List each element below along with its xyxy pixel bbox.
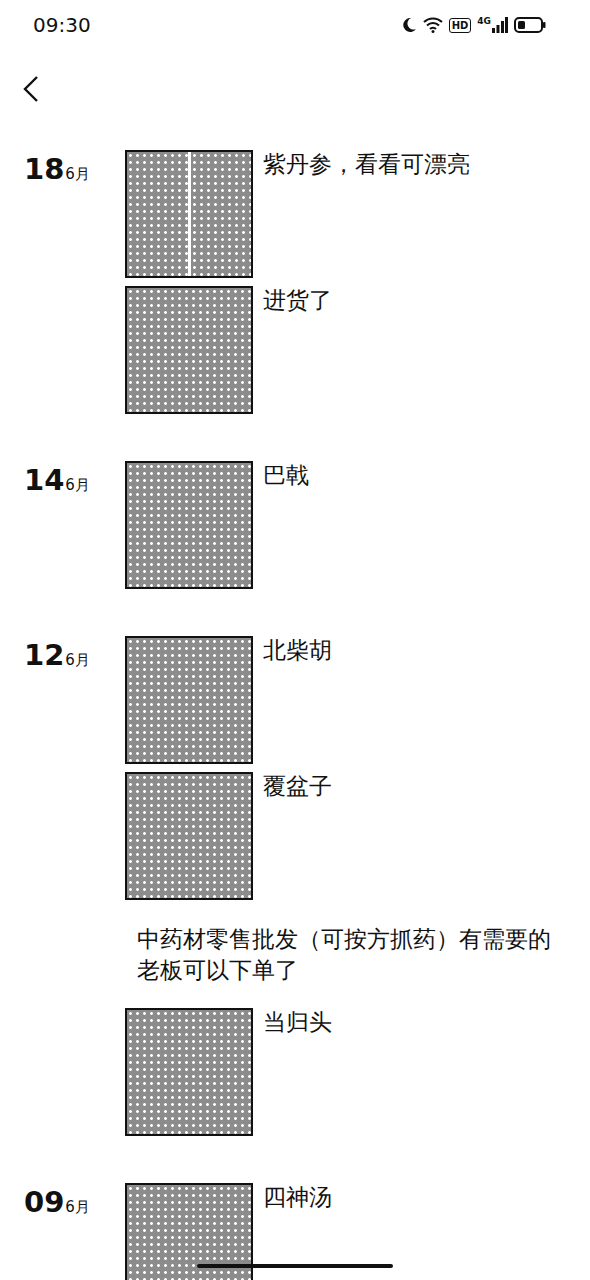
photo-post[interactable]: 紫丹参，看看可漂亮 bbox=[125, 150, 566, 278]
hd-badge: HD bbox=[449, 18, 472, 33]
date-month: 6月 bbox=[65, 1198, 90, 1217]
date-day: 12 bbox=[24, 638, 64, 672]
post-date: 186月 bbox=[24, 150, 125, 186]
date-day: 14 bbox=[24, 463, 64, 497]
photo-image bbox=[127, 152, 188, 276]
post-caption: 当归头 bbox=[263, 1008, 332, 1037]
photo-image bbox=[127, 288, 251, 412]
home-indicator bbox=[197, 1264, 393, 1268]
post-date: 146月 bbox=[24, 461, 125, 497]
post-date: 096月 bbox=[24, 1183, 125, 1219]
status-icons: HD 4G bbox=[401, 17, 546, 33]
day-group: 126月北柴胡覆盆子中药材零售批发（可按方抓药）有需要的老板可以下单了当归头 bbox=[24, 636, 566, 1136]
wifi-icon bbox=[423, 17, 443, 33]
photo-image bbox=[127, 774, 251, 898]
text-post[interactable]: 中药材零售批发（可按方抓药）有需要的老板可以下单了 bbox=[12, 924, 557, 986]
photo-image bbox=[127, 463, 251, 587]
photo-post[interactable]: 巴戟 bbox=[125, 461, 566, 589]
status-time: 09:30 bbox=[33, 13, 91, 37]
network-type: 4G bbox=[477, 17, 491, 26]
day-group: 186月紫丹参，看看可漂亮进货了 bbox=[24, 150, 566, 414]
post-photo[interactable] bbox=[125, 150, 253, 278]
post-photo[interactable] bbox=[125, 1008, 253, 1136]
date-month: 6月 bbox=[65, 651, 90, 670]
post-photo[interactable] bbox=[125, 636, 253, 764]
post-photo[interactable] bbox=[125, 286, 253, 414]
post-photo[interactable] bbox=[125, 772, 253, 900]
photo-post[interactable]: 进货了 bbox=[125, 286, 566, 414]
post-caption: 覆盆子 bbox=[263, 772, 332, 801]
post-list: 186月紫丹参，看看可漂亮进货了146月巴戟126月北柴胡覆盆子中药材零售批发（… bbox=[0, 128, 590, 1280]
back-arrow-icon bbox=[22, 75, 40, 103]
album-page: 09:30HD4G186月紫丹参，看看可漂亮进货了146月巴戟126月北柴胡覆盆… bbox=[0, 0, 590, 1280]
photo-post[interactable]: 覆盆子 bbox=[125, 772, 566, 900]
photo-post[interactable]: 当归头 bbox=[125, 1008, 566, 1136]
day-posts: 北柴胡覆盆子中药材零售批发（可按方抓药）有需要的老板可以下单了当归头 bbox=[125, 636, 566, 1136]
photo-post[interactable]: 北柴胡 bbox=[125, 636, 566, 764]
photo-image bbox=[191, 152, 252, 276]
photo-image bbox=[127, 1010, 251, 1134]
date-day: 18 bbox=[24, 152, 64, 186]
nav-bar bbox=[0, 50, 590, 128]
photo-image bbox=[127, 638, 251, 762]
signal: 4G bbox=[477, 17, 508, 33]
post-photo[interactable] bbox=[125, 461, 253, 589]
date-month: 6月 bbox=[65, 476, 90, 495]
post-date: 126月 bbox=[24, 636, 125, 672]
day-posts: 巴戟 bbox=[125, 461, 566, 589]
post-caption: 进货了 bbox=[263, 286, 332, 315]
signal-icon bbox=[492, 17, 508, 33]
moon-icon bbox=[401, 17, 417, 33]
post-caption: 巴戟 bbox=[263, 461, 309, 490]
battery-icon bbox=[514, 17, 546, 33]
post-caption: 紫丹参，看看可漂亮 bbox=[263, 150, 470, 179]
post-caption: 四神汤 bbox=[263, 1183, 332, 1212]
back-button[interactable] bbox=[18, 71, 44, 107]
day-posts: 紫丹参，看看可漂亮进货了 bbox=[125, 150, 566, 414]
day-group: 146月 巴戟 bbox=[24, 461, 566, 589]
date-day: 09 bbox=[24, 1185, 64, 1219]
post-caption: 北柴胡 bbox=[263, 636, 332, 665]
date-month: 6月 bbox=[65, 165, 90, 184]
status-bar: 09:30 HD 4G bbox=[0, 0, 590, 50]
